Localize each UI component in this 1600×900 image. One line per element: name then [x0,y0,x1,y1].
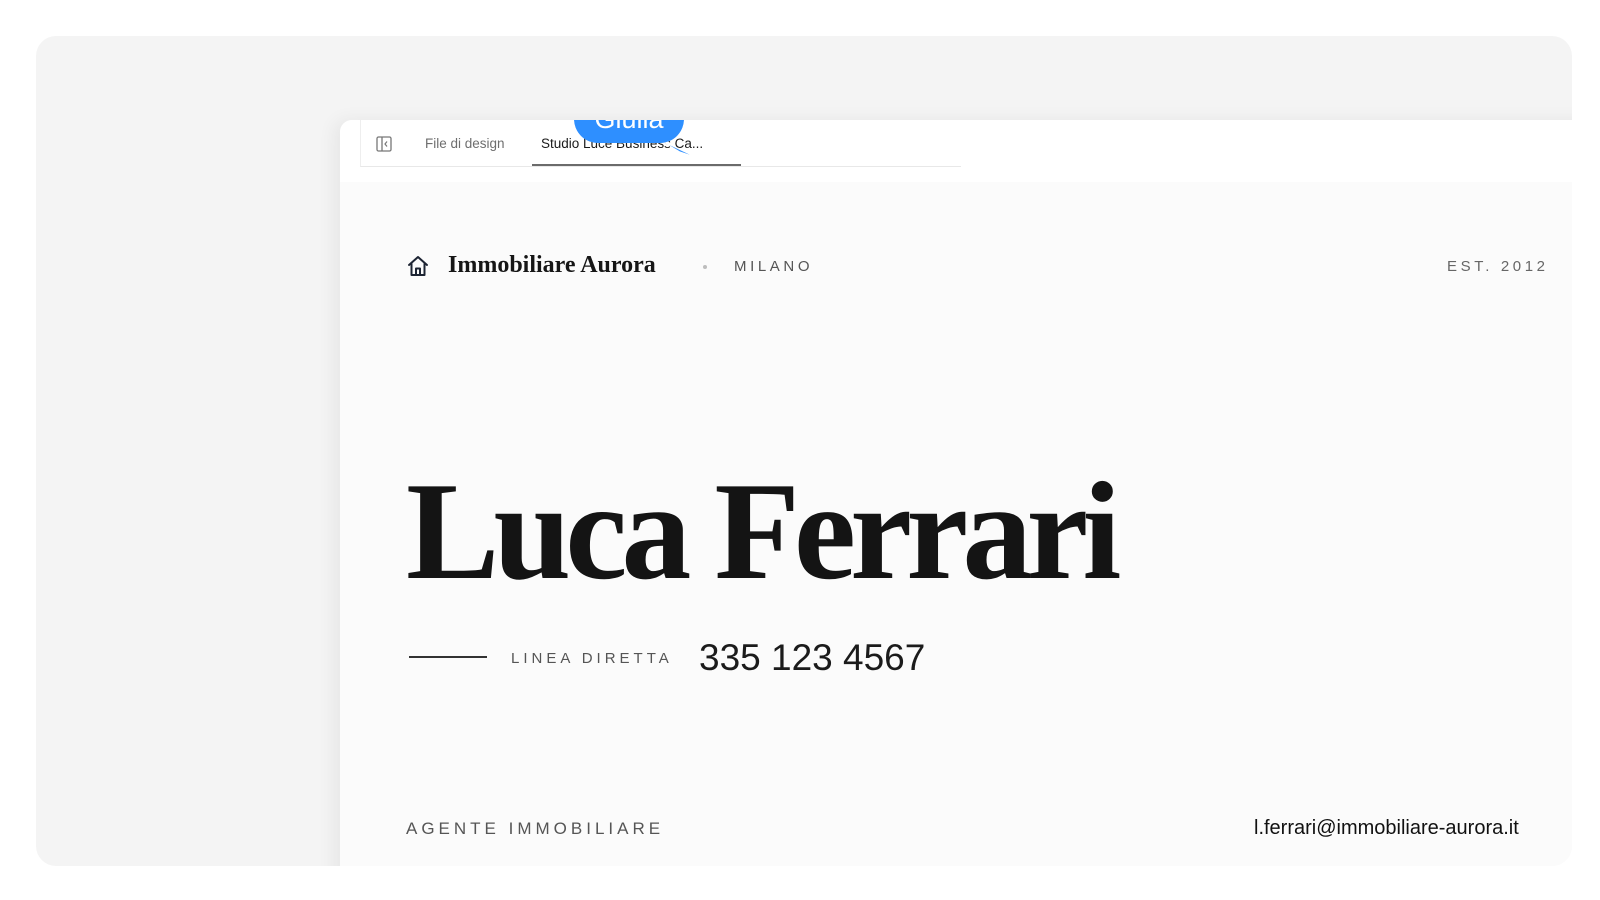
business-card-canvas[interactable]: Immobiliare Aurora MILANO EST. 2012 Luca… [340,182,1572,866]
workspace-background: File di design Studio Luce Business Ca..… [36,36,1572,866]
phone-row: LINEA DIRETTA 335 123 4567 [406,637,1106,678]
agent-role: AGENTE IMMOBILIARE [406,819,665,838]
phone-number: 335 123 4567 [699,637,926,678]
brand-header: Immobiliare Aurora MILANO EST. 2012 [406,252,1572,282]
brand-city: MILANO [734,258,814,275]
decorative-rule [409,656,487,658]
design-editor-window: File di design Studio Luce Business Ca..… [340,120,1572,866]
tab-design-files[interactable]: File di design [425,136,505,151]
agent-name-heading: Luca Ferrari [406,454,1121,609]
sidebar-toggle-icon[interactable] [376,136,392,152]
phone-label: LINEA DIRETTA [511,650,673,667]
home-icon [408,256,428,276]
active-tab-indicator [532,164,741,166]
separator-dot [703,265,707,269]
agent-email: l.ferrari@immobiliare-aurora.it [1254,817,1519,839]
brand-name: Immobiliare Aurora [448,252,656,278]
established-year: EST. 2012 [1447,258,1549,275]
collaborator-name-badge: Giulia [574,120,684,143]
tab-bar: File di design Studio Luce Business Ca..… [340,120,1572,183]
